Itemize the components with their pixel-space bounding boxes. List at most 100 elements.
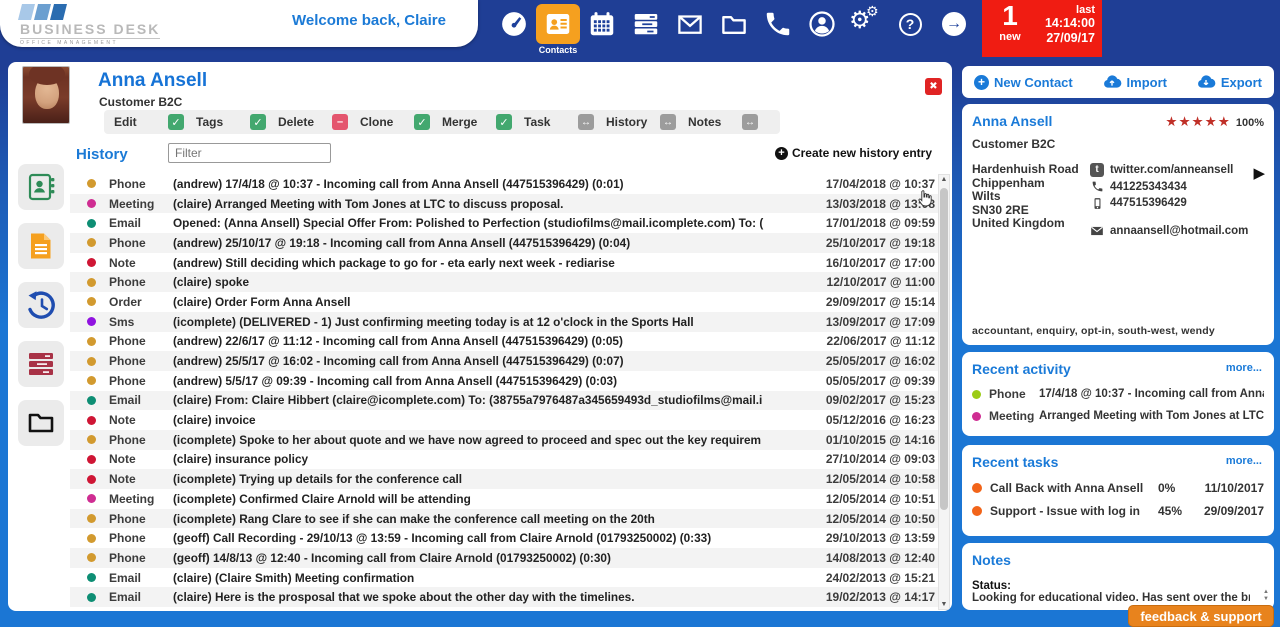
notification-box[interactable]: 1 new last 14:14:00 27/09/17	[982, 0, 1102, 57]
history-type-dot	[87, 534, 96, 543]
nav-mail-icon[interactable]	[668, 4, 712, 44]
sidebar-folder-button[interactable]	[18, 400, 64, 446]
nav-phone-icon[interactable]	[756, 4, 800, 44]
nav-settings-icon[interactable]: ⚙⚙	[844, 4, 888, 44]
history-row[interactable]: Phone(claire) spoke12/10/2017 @ 11:00	[70, 272, 938, 292]
history-row[interactable]: Phone(andrew) 5/5/17 @ 09:39 - Incoming …	[70, 371, 938, 391]
history-row[interactable]: Sms(icomplete) (DELIVERED - 1) Just conf…	[70, 312, 938, 332]
nav-dashboard-icon[interactable]	[492, 4, 536, 44]
history-row[interactable]: Phone(icomplete) Rang Clare to see if sh…	[70, 509, 938, 529]
scroll-up-icon: ▲	[1263, 589, 1269, 595]
close-panel-button[interactable]: ✖	[925, 78, 942, 95]
phone-row[interactable]: 441225343434	[1090, 180, 1264, 194]
recent-tasks-more-link[interactable]: more...	[1226, 455, 1262, 467]
scrollbar-thumb[interactable]	[940, 188, 948, 510]
recent-task-item[interactable]: Support - Issue with log in45%29/09/2017	[972, 504, 1264, 518]
scroll-down-icon: ▼	[1263, 596, 1269, 602]
history-row[interactable]: Note(andrew) Still deciding which packag…	[70, 253, 938, 273]
toolbar-delete-button[interactable]: Delete–	[278, 114, 360, 130]
recent-tasks-card: Recent tasks more... Call Back with Anna…	[962, 445, 1274, 536]
history-row[interactable]: Email(claire) (Claire Smith) Meeting con…	[70, 568, 938, 588]
history-type-dot	[87, 317, 96, 326]
notes-card: Notes Status: Looking for educational vi…	[962, 543, 1274, 610]
scroll-up-icon[interactable]: ▲	[939, 176, 949, 183]
nav-contacts-tab[interactable]: Contacts	[536, 4, 580, 44]
history-row[interactable]: Email(claire) From: Claire Hibbert (clai…	[70, 607, 938, 610]
notes-scrollbar[interactable]: ▲▼	[1263, 589, 1269, 602]
history-type-label: Phone	[109, 275, 169, 289]
history-row[interactable]: Phone(icomplete) Spoke to her about quot…	[70, 430, 938, 450]
toolbar-tags-button[interactable]: Tags✓	[196, 114, 278, 130]
history-filter-input[interactable]	[168, 143, 331, 163]
contact-tags[interactable]: accountant, enquiry, opt-in, south-west,…	[972, 325, 1215, 337]
history-row[interactable]: Note(claire) invoice05/12/2016 @ 16:23	[70, 410, 938, 430]
expand-icon: ↔	[742, 114, 758, 130]
twitter-row[interactable]: t twitter.com/anneansell	[1090, 163, 1264, 177]
nav-contacts-label: Contacts	[536, 45, 580, 55]
history-entry-text: (claire) insurance policy	[173, 452, 804, 466]
recent-task-item[interactable]: Call Back with Anna Ansell0%11/10/2017	[972, 481, 1264, 495]
toolbar-edit-button[interactable]: Edit✓	[114, 114, 196, 130]
history-row[interactable]: Note(icomplete) Trying up details for th…	[70, 469, 938, 489]
history-scrollbar[interactable]: ▲ ▼	[938, 174, 950, 610]
history-type-label: Order	[109, 295, 169, 309]
history-row[interactable]: Phone(geoff) Call Recording - 29/10/13 @…	[70, 528, 938, 548]
play-icon[interactable]: ▶	[1253, 164, 1265, 182]
logo-bars-icon	[20, 4, 160, 20]
sidebar-contact-card-button[interactable]	[18, 164, 64, 210]
history-row[interactable]: Email(claire) Here is the prosposal that…	[70, 587, 938, 607]
recent-activity-more-link[interactable]: more...	[1226, 362, 1262, 374]
task-due-date: 11/10/2017	[1194, 481, 1264, 495]
scroll-down-icon[interactable]: ▼	[939, 601, 949, 608]
mobile-row[interactable]: 447515396429	[1090, 196, 1264, 210]
history-row[interactable]: Phone(geoff) 14/8/13 @ 12:40 - Incoming …	[70, 548, 938, 568]
recent-activity-title: Recent activity	[972, 361, 1071, 377]
sidebar-history-button[interactable]	[18, 282, 64, 328]
history-table: Phone(andrew) 17/4/18 @ 10:37 - Incoming…	[70, 174, 938, 610]
history-type-label: Phone	[109, 551, 169, 565]
toolbar-clone-button[interactable]: Clone✓	[360, 114, 442, 130]
history-row[interactable]: Phone(andrew) 25/10/17 @ 19:18 - Incomin…	[70, 233, 938, 253]
rating-stars[interactable]: ★★★★★	[1165, 114, 1231, 129]
toolbar-task-button[interactable]: Task↔	[524, 114, 606, 130]
email-row[interactable]: annaansell@hotmail.com	[1090, 224, 1264, 238]
recent-tasks-list: Call Back with Anna Ansell0%11/10/2017 Su…	[972, 481, 1264, 518]
history-row[interactable]: Phone(andrew) 17/4/18 @ 10:37 - Incoming…	[70, 174, 938, 194]
history-type-label: Phone	[109, 512, 169, 526]
address-line: Wilts	[972, 190, 1090, 204]
history-row[interactable]: Phone(andrew) 25/5/17 @ 16:02 - Incoming…	[70, 351, 938, 371]
nav-calendar-icon[interactable]	[580, 4, 624, 44]
recent-activity-item[interactable]: Phone17/4/18 @ 10:37 - Incoming call fro…	[972, 387, 1264, 401]
sidebar-notes-button[interactable]	[18, 223, 64, 269]
history-row[interactable]: EmailOpened: (Anna Ansell) Special Offer…	[70, 213, 938, 233]
history-row[interactable]: Note(claire) insurance policy27/10/2014 …	[70, 450, 938, 470]
toolbar-merge-button[interactable]: Merge✓	[442, 114, 524, 130]
task-due-date: 29/09/2017	[1194, 504, 1264, 518]
nav-help-icon[interactable]: ?	[888, 4, 932, 44]
import-button[interactable]: Import	[1102, 74, 1167, 90]
nav-logout-icon[interactable]: →	[932, 4, 976, 44]
nav-user-icon[interactable]	[800, 4, 844, 44]
history-row[interactable]: Meeting(icomplete) Confirmed Claire Arno…	[70, 489, 938, 509]
export-button[interactable]: Export	[1196, 74, 1262, 90]
address-line: SN30 2RE	[972, 204, 1090, 218]
toolbar-notes-button[interactable]: Notes↔	[688, 114, 770, 130]
toolbar-history-button[interactable]: History↔	[606, 114, 688, 130]
history-row[interactable]: Order(claire) Order Form Anna Ansell29/0…	[70, 292, 938, 312]
new-contact-button[interactable]: + New Contact	[974, 75, 1073, 90]
feedback-support-button[interactable]: feedback & support	[1128, 605, 1274, 627]
history-row[interactable]: Phone(andrew) 22/6/17 @ 11:12 - Incoming…	[70, 332, 938, 352]
history-type-dot	[87, 396, 96, 405]
task-status-dot	[972, 483, 982, 493]
history-row[interactable]: Meeting(claire) Arranged Meeting with To…	[70, 194, 938, 214]
recent-activity-item[interactable]: MeetingArranged Meeting with Tom Jones a…	[972, 409, 1264, 423]
history-type-label: Email	[109, 571, 169, 585]
nav-folder-icon[interactable]	[712, 4, 756, 44]
nav-lists-icon[interactable]	[624, 4, 668, 44]
history-type-label: Email	[109, 590, 169, 604]
card-contact-type: Customer B2C	[972, 137, 1264, 151]
sidebar-lists-button[interactable]	[18, 341, 64, 387]
history-row[interactable]: Email(claire) From: Claire Hibbert (clai…	[70, 391, 938, 411]
create-history-entry-button[interactable]: + Create new history entry	[775, 146, 932, 160]
history-type-dot	[87, 553, 96, 562]
